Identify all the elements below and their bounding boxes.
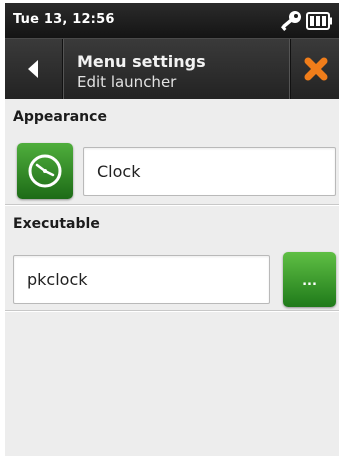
close-icon — [304, 57, 328, 81]
status-bar: Tue 13, 12:56 — [5, 3, 339, 38]
title-bar: Menu settings Edit launcher — [5, 38, 339, 99]
device-screen: Tue 13, 12:56 Menu settings Edit launche… — [5, 3, 339, 456]
key-icon — [277, 9, 303, 33]
section-divider — [5, 310, 339, 312]
appearance-header: Appearance — [13, 109, 107, 125]
browse-button[interactable]: ... — [283, 252, 336, 307]
battery-icon — [306, 12, 333, 30]
close-button[interactable] — [290, 39, 339, 99]
status-datetime: Tue 13, 12:56 — [13, 12, 115, 27]
executable-header: Executable — [13, 216, 100, 232]
back-button[interactable] — [5, 39, 63, 99]
launcher-icon-button[interactable] — [17, 143, 73, 199]
launcher-name-input[interactable] — [83, 147, 336, 196]
executable-command-input[interactable] — [13, 255, 270, 304]
page-title: Menu settings — [77, 52, 206, 71]
page-subtitle: Edit launcher — [77, 73, 177, 91]
arrow-left-icon — [28, 60, 38, 78]
clock-icon — [28, 154, 62, 188]
section-divider — [5, 204, 339, 206]
